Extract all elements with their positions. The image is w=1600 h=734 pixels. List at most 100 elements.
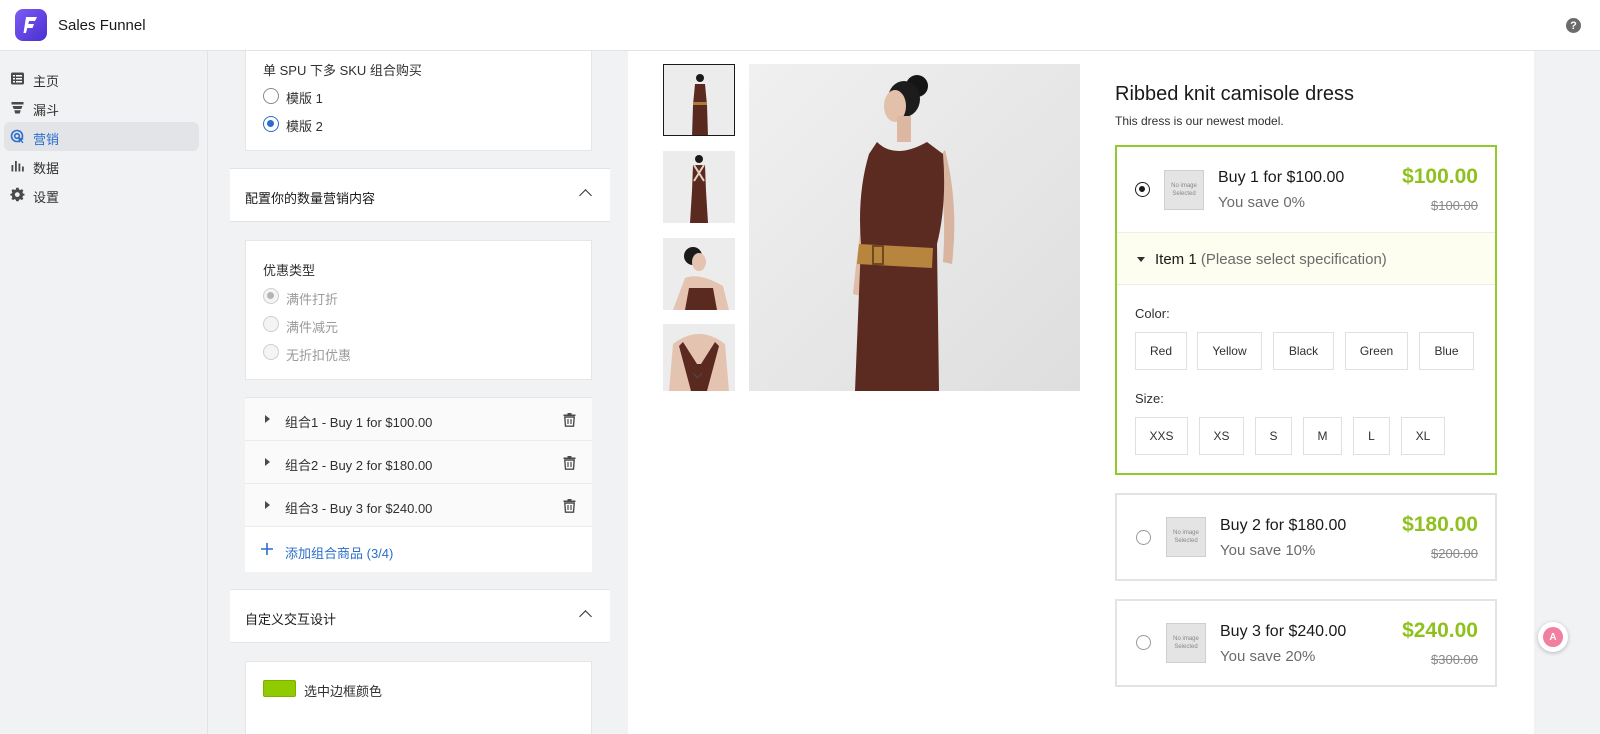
bundle-1-savings: You save 0%: [1218, 194, 1306, 211]
sidebar-item-home[interactable]: 主页: [4, 64, 199, 93]
dress-back-thumbnail-image: [663, 151, 735, 223]
sidebar-item-label: 数据: [33, 161, 60, 176]
bundle-2-image-placeholder: No image Selected: [1166, 517, 1206, 557]
size-label: Size:: [1135, 391, 1164, 406]
chevron-up-icon[interactable]: [579, 610, 592, 623]
border-color-swatch[interactable]: [263, 680, 296, 697]
bundle-1-price: $100.00: [1402, 165, 1478, 188]
sidebar: 主页 漏斗 营销 数据 设置: [0, 51, 208, 734]
thumbnail-2[interactable]: [663, 151, 735, 223]
discount-option-2-radio[interactable]: [263, 316, 279, 332]
top-bar: Sales Funnel ?: [0, 0, 1600, 51]
template-section-label: 单 SPU 下多 SKU 组合购买: [263, 63, 422, 78]
sidebar-item-marketing[interactable]: 营销: [4, 122, 199, 151]
product-subtitle: This dress is our newest model.: [1115, 114, 1284, 128]
sidebar-item-data[interactable]: 数据: [4, 151, 199, 180]
main-product-image[interactable]: [749, 64, 1080, 391]
size-option-xl[interactable]: XL: [1401, 417, 1445, 455]
discount-type-label: 优惠类型: [263, 263, 316, 278]
thumbnail-4[interactable]: [663, 324, 735, 391]
color-option-black[interactable]: Black: [1273, 332, 1334, 370]
size-option-s[interactable]: S: [1255, 417, 1292, 455]
bundle-2-title: Buy 2 for $180.00: [1220, 517, 1347, 534]
bundle-2-original-price: $200.00: [1431, 546, 1478, 561]
bundle-3-radio[interactable]: [1136, 635, 1151, 650]
thumbnail-3[interactable]: [663, 238, 735, 310]
caret-right-icon[interactable]: [265, 501, 270, 509]
bundle-1-original-price: $100.00: [1431, 198, 1478, 213]
combo-row[interactable]: 组合1 - Buy 1 for $100.00: [245, 398, 592, 441]
bundle-3-original-price: $300.00: [1431, 652, 1478, 667]
size-option-xs[interactable]: XS: [1199, 417, 1244, 455]
template-1-radio[interactable]: [263, 88, 279, 104]
add-combo-label: 添加组合商品 (3/4): [285, 546, 394, 561]
model-portrait-thumbnail-image: [663, 238, 735, 310]
item-label: Item 1 (Please select specification): [1155, 251, 1387, 268]
discount-option-1-radio[interactable]: [263, 288, 279, 304]
combo-label: 组合2 - Buy 2 for $180.00: [285, 458, 433, 473]
quantity-section-header[interactable]: 配置你的数量营销内容: [230, 168, 610, 222]
size-option-l[interactable]: L: [1353, 417, 1390, 455]
design-section-header[interactable]: 自定义交互设计: [230, 589, 610, 643]
sidebar-item-label: 设置: [33, 190, 60, 205]
size-option-xxs[interactable]: XXS: [1135, 417, 1188, 455]
caret-down-icon[interactable]: [1137, 257, 1145, 262]
sidebar-item-label: 漏斗: [33, 103, 60, 118]
trash-icon[interactable]: [563, 412, 576, 427]
combo-row[interactable]: 组合2 - Buy 2 for $180.00: [245, 441, 592, 484]
bundle-3-savings: You save 20%: [1220, 648, 1316, 665]
target-icon: [10, 129, 24, 144]
gear-icon: [10, 187, 25, 202]
bundle-1-image-placeholder: No image Selected: [1164, 170, 1204, 210]
border-color-label: 选中边框颜色: [304, 684, 383, 699]
funnel-icon: [11, 102, 24, 114]
discount-option-3-radio[interactable]: [263, 344, 279, 360]
bundle-3-title: Buy 3 for $240.00: [1220, 623, 1347, 640]
combo-label: 组合3 - Buy 3 for $240.00: [285, 501, 433, 516]
chevron-up-icon[interactable]: [579, 189, 592, 202]
sidebar-item-label: 营销: [33, 132, 60, 147]
sidebar-item-funnel[interactable]: 漏斗: [4, 93, 199, 122]
color-option-yellow[interactable]: Yellow: [1197, 332, 1262, 370]
sidebar-item-label: 主页: [33, 74, 60, 89]
template-1-label[interactable]: 模版 1: [286, 88, 323, 107]
bundle-1-radio[interactable]: [1135, 182, 1150, 197]
color-option-red[interactable]: Red: [1135, 332, 1187, 370]
section-title: 配置你的数量营销内容: [245, 191, 376, 206]
item-hint: (Please select specification): [1200, 251, 1387, 268]
size-option-m[interactable]: M: [1303, 417, 1342, 455]
color-option-green[interactable]: Green: [1345, 332, 1408, 370]
template-2-radio[interactable]: [263, 116, 279, 132]
template-2-label[interactable]: 模版 2: [286, 116, 323, 135]
caret-right-icon[interactable]: [265, 415, 270, 423]
help-icon[interactable]: ?: [1566, 18, 1581, 33]
trash-icon[interactable]: [563, 455, 576, 470]
combo-row[interactable]: 组合3 - Buy 3 for $240.00: [245, 484, 592, 527]
list-icon: [11, 72, 24, 85]
color-label: Color:: [1135, 306, 1170, 321]
caret-right-icon[interactable]: [265, 458, 270, 466]
plus-icon: [261, 543, 273, 555]
bundle-2-savings: You save 10%: [1220, 542, 1316, 559]
trash-icon[interactable]: [563, 498, 576, 513]
discount-option-2-label: 满件减元: [286, 320, 339, 335]
add-combo-button[interactable]: 添加组合商品 (3/4): [245, 527, 592, 572]
bundle-3-price: $240.00: [1402, 619, 1478, 642]
sidebar-item-settings[interactable]: 设置: [4, 180, 199, 209]
bundle-2-price: $180.00: [1402, 513, 1478, 536]
app-title: Sales Funnel: [58, 17, 146, 34]
bar-chart-icon: [11, 161, 24, 172]
translate-icon: A: [1543, 627, 1563, 647]
color-option-blue[interactable]: Blue: [1419, 332, 1474, 370]
section-title: 自定义交互设计: [245, 612, 337, 627]
discount-option-1-label: 满件打折: [286, 292, 339, 307]
product-title: Ribbed knit camisole dress: [1115, 83, 1354, 105]
app-logo[interactable]: [15, 9, 47, 41]
item-1-toggle[interactable]: Item 1 (Please select specification): [1117, 232, 1495, 285]
bundle-2-radio[interactable]: [1136, 530, 1151, 545]
translate-widget[interactable]: A: [1538, 622, 1568, 652]
thumbnail-1[interactable]: [663, 64, 735, 136]
dress-detail-thumbnail-image: [663, 324, 735, 391]
combo-label: 组合1 - Buy 1 for $100.00: [285, 415, 433, 430]
bundle-1-title: Buy 1 for $100.00: [1218, 169, 1345, 186]
